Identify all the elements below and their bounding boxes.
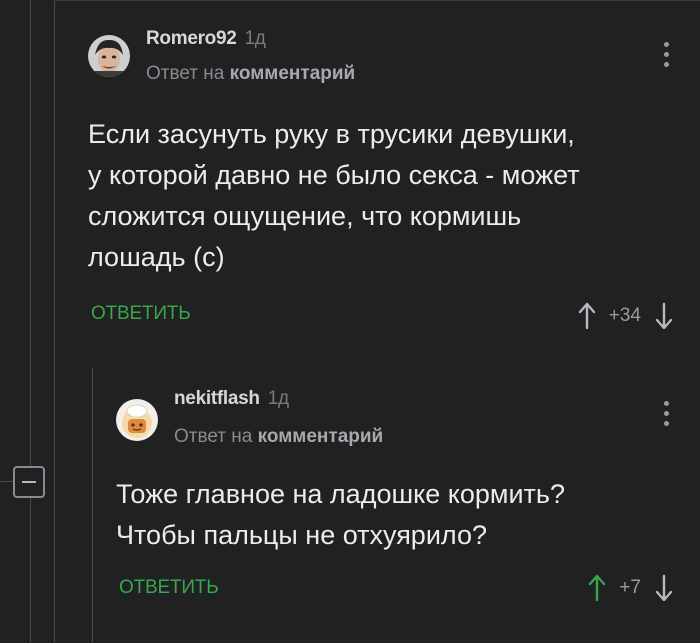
avatar-photo-icon xyxy=(88,35,130,77)
arrow-down-icon[interactable] xyxy=(654,574,674,602)
reply-target[interactable]: комментарий xyxy=(230,63,356,84)
vote-score: +34 xyxy=(608,305,641,326)
thread-guide-line[interactable] xyxy=(54,0,55,643)
avatar-chef-icon xyxy=(116,399,158,441)
vote-controls: +7 xyxy=(587,573,674,603)
comment-author[interactable]: nekitflash 1д xyxy=(174,388,289,410)
comment-author[interactable]: Romero92 1д xyxy=(146,28,266,50)
comment-age: 1д xyxy=(267,388,289,409)
comment-text: Тоже главное на ладошке кормить? Чтобы п… xyxy=(116,479,565,550)
reply-button[interactable]: ОТВЕТИТЬ xyxy=(91,303,191,325)
author-name[interactable]: nekitflash xyxy=(174,388,260,409)
vote-controls: +34 xyxy=(577,301,674,331)
reply-target[interactable]: комментарий xyxy=(258,426,384,447)
comment-age: 1д xyxy=(244,28,266,49)
dot xyxy=(664,42,669,47)
more-vertical-icon[interactable] xyxy=(664,401,670,431)
dot xyxy=(664,401,669,406)
reply-to-link[interactable]: Ответ на комментарий xyxy=(174,426,383,448)
arrow-down-icon[interactable] xyxy=(654,302,674,330)
avatar[interactable] xyxy=(116,399,158,441)
dot xyxy=(664,62,669,67)
thread-guide-line xyxy=(30,0,31,643)
thread-guide-line[interactable] xyxy=(92,368,93,643)
comment-text: Если засунуть руку в трусики девушки, у … xyxy=(88,119,580,272)
arrow-up-icon[interactable] xyxy=(587,574,607,602)
divider xyxy=(54,0,700,1)
reply-prefix: Ответ на xyxy=(146,63,225,84)
dot xyxy=(664,52,669,57)
reply-button[interactable]: ОТВЕТИТЬ xyxy=(119,577,219,599)
vote-score: +7 xyxy=(619,577,641,598)
thread-connector xyxy=(0,481,13,482)
avatar[interactable] xyxy=(88,35,130,77)
arrow-up-icon[interactable] xyxy=(577,302,597,330)
dot xyxy=(664,421,669,426)
collapse-thread-icon[interactable] xyxy=(13,466,45,498)
reply-to-link[interactable]: Ответ на комментарий xyxy=(146,63,355,85)
more-vertical-icon[interactable] xyxy=(664,42,670,72)
author-name[interactable]: Romero92 xyxy=(146,28,237,49)
reply-prefix: Ответ на xyxy=(174,426,253,447)
dot xyxy=(664,411,669,416)
comment-thread: Romero92 1д Ответ на комментарий Если зас… xyxy=(0,0,700,643)
